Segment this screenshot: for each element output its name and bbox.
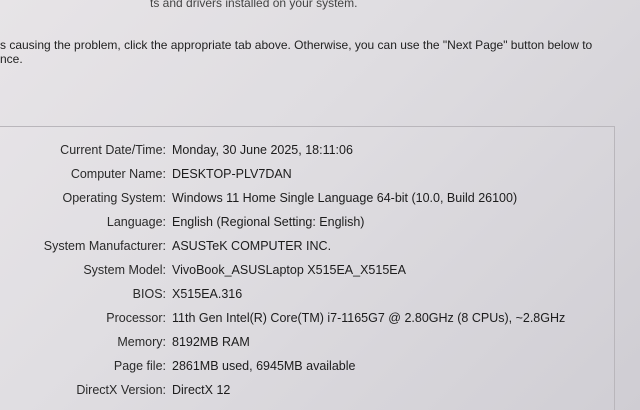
info-row-system-manufacturer: System Manufacturer: ASUSTeK COMPUTER IN… xyxy=(0,236,640,256)
info-value: DESKTOP-PLV7DAN xyxy=(172,167,292,181)
info-label: DirectX Version: xyxy=(76,383,166,397)
info-value: DirectX 12 xyxy=(172,383,231,397)
info-label: Processor: xyxy=(106,311,166,325)
info-label: System Model: xyxy=(83,263,166,277)
intro-text-line-3: nce. xyxy=(0,52,23,66)
info-row-system-model: System Model: VivoBook_ASUSLaptop X515EA… xyxy=(0,260,640,280)
info-row-directx-version: DirectX Version: DirectX 12 xyxy=(0,380,640,400)
info-row-current-date-time: Current Date/Time: Monday, 30 June 2025,… xyxy=(0,140,640,160)
info-value: X515EA.316 xyxy=(172,287,243,301)
info-row-bios: BIOS: X515EA.316 xyxy=(0,284,640,304)
intro-text-line-1: ts and drivers installed on your system. xyxy=(150,0,358,10)
info-value: 8192MB RAM xyxy=(172,335,250,349)
info-value: 11th Gen Intel(R) Core(TM) i7-1165G7 @ 2… xyxy=(172,311,566,325)
info-label: Current Date/Time: xyxy=(60,143,166,157)
info-row-computer-name: Computer Name: DESKTOP-PLV7DAN xyxy=(0,164,640,184)
intro-text-line-2: s causing the problem, click the appropr… xyxy=(0,38,593,52)
info-label: System Manufacturer: xyxy=(43,239,166,253)
info-value: English (Regional Setting: English) xyxy=(172,215,365,229)
info-value: 2861MB used, 6945MB available xyxy=(172,359,356,373)
info-row-memory: Memory: 8192MB RAM xyxy=(0,332,640,352)
info-row-page-file: Page file: 2861MB used, 6945MB available xyxy=(0,356,640,376)
info-label: Operating System: xyxy=(62,191,166,205)
info-label: BIOS: xyxy=(132,287,166,301)
info-row-processor: Processor: 11th Gen Intel(R) Core(TM) i7… xyxy=(0,308,640,328)
info-label: Memory: xyxy=(117,335,166,349)
info-row-operating-system: Operating System: Windows 11 Home Single… xyxy=(0,188,640,208)
info-row-language: Language: English (Regional Setting: Eng… xyxy=(0,212,640,232)
info-value: ASUSTeK COMPUTER INC. xyxy=(172,239,332,253)
info-value: VivoBook_ASUSLaptop X515EA_X515EA xyxy=(172,263,406,277)
info-label: Language: xyxy=(106,215,166,229)
info-label: Page file: xyxy=(113,359,166,373)
info-value: Windows 11 Home Single Language 64-bit (… xyxy=(172,191,518,205)
info-value: Monday, 30 June 2025, 18:11:06 xyxy=(172,143,353,157)
info-label: Computer Name: xyxy=(70,167,166,181)
